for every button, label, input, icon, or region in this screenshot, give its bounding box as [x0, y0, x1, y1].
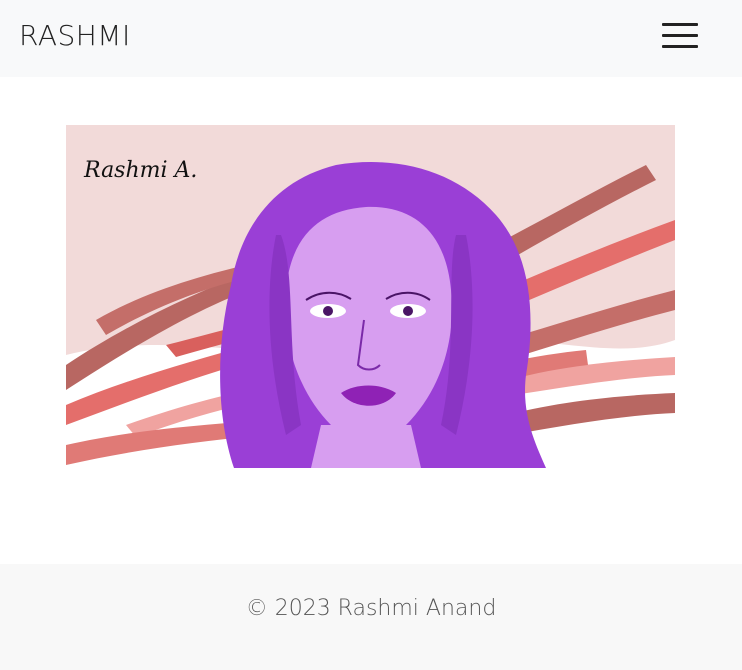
navbar: RASHMI — [0, 0, 742, 77]
hamburger-line-top — [662, 23, 698, 26]
hamburger-line-middle — [662, 34, 698, 37]
portrait-artwork: Rashmi A. — [66, 125, 675, 468]
footer: © 2023 Rashmi Anand — [0, 564, 742, 670]
brand-link[interactable]: RASHMI — [19, 18, 131, 54]
hamburger-menu-button[interactable] — [660, 20, 700, 52]
signature: Rashmi A. — [83, 158, 197, 183]
copyright-text: © 2023 Rashmi Anand — [245, 596, 497, 621]
hamburger-line-bottom — [662, 45, 698, 48]
portrait-illustration-icon: Rashmi A. — [66, 125, 675, 468]
